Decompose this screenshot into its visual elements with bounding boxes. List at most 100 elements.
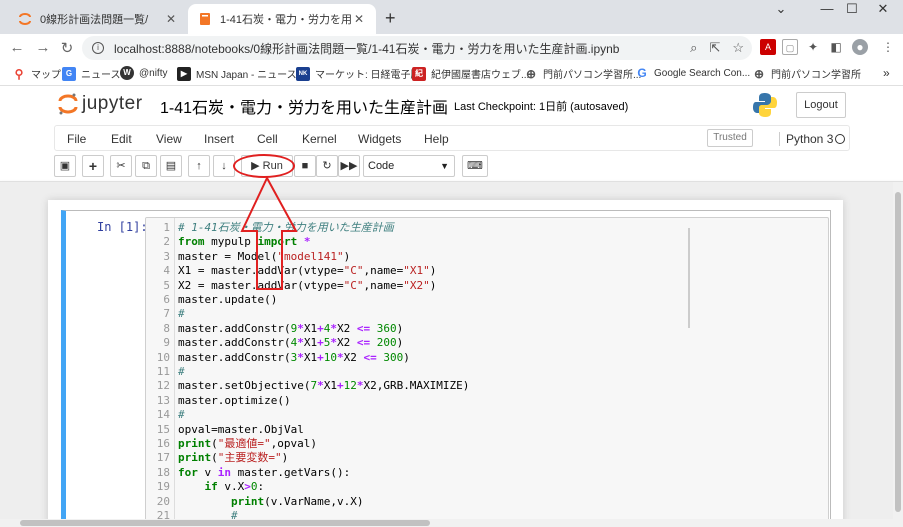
trusted-indicator[interactable]: Trusted [707, 129, 753, 147]
paste-button[interactable]: ▤ [160, 155, 182, 177]
zoom-icon[interactable]: ⌕ [690, 40, 697, 56]
menu-insert[interactable]: Insert [204, 132, 234, 146]
line-number: 1 [163, 221, 170, 234]
scroll-thumb[interactable] [895, 192, 901, 512]
tab-search-icon[interactable]: ⌄ [758, 0, 804, 20]
code-line[interactable]: 19 if v.X>0: [146, 480, 828, 494]
code-token: * [317, 379, 324, 393]
code-token: <= [356, 336, 371, 350]
new-tab-button[interactable]: + [385, 8, 396, 29]
side-panel-icon[interactable]: ◧ [828, 39, 844, 55]
code-token: # [178, 307, 185, 321]
insert-cell-button[interactable]: + [82, 155, 104, 177]
code-line[interactable]: 7 # [146, 307, 828, 321]
code-line[interactable]: 10 master.addConstr(3*X1+10*X2 <= 300) [146, 351, 828, 365]
browser-menu-icon[interactable]: ⋮ [880, 39, 896, 55]
code-line[interactable]: 6 master.update() [146, 293, 828, 307]
tab-close-icon[interactable]: ✕ [164, 12, 178, 26]
bookmark-item[interactable]: G ニュース [62, 66, 121, 81]
code-line[interactable]: 13 master.optimize() [146, 394, 828, 408]
plus-icon: + [88, 158, 98, 174]
code-token: # [178, 408, 185, 422]
code-line[interactable]: 18 for v in master.getVars(): [146, 466, 828, 480]
restart-run-all-button[interactable]: ▶▶ [338, 155, 360, 177]
code-line[interactable]: 8 master.addConstr(9*X1+4*X2 <= 360) [146, 322, 828, 336]
bookmark-label: 紀伊國屋書店ウェブ... [431, 70, 530, 81]
profile-avatar-icon[interactable]: ● [852, 39, 868, 55]
page-horizontal-scrollbar[interactable] [0, 519, 903, 527]
logout-button[interactable]: Logout [796, 92, 846, 118]
bookmark-item[interactable]: ▶ MSN Japan - ニュース... [177, 66, 305, 81]
cut-button[interactable]: ✂ [110, 155, 132, 177]
code-token: (v.VarName,v.X) [264, 494, 364, 508]
jupyter-logo[interactable]: jupyter [58, 92, 143, 116]
line-number: 15 [156, 422, 170, 436]
menu-widgets[interactable]: Widgets [358, 132, 401, 146]
restart-button[interactable]: ↻ [316, 155, 338, 177]
bookmark-item[interactable]: W @nifty [120, 66, 168, 80]
menu-file[interactable]: File [67, 132, 86, 146]
code-line[interactable]: 9 master.addConstr(4*X1+5*X2 <= 200) [146, 336, 828, 350]
site-info-icon[interactable]: i [92, 42, 104, 54]
back-arrow-icon[interactable]: ← [8, 39, 26, 56]
menu-kernel[interactable]: Kernel [302, 132, 337, 146]
bookmark-star-icon[interactable]: ☆ [732, 40, 744, 56]
code-token: "X2" [403, 278, 430, 292]
copy-button[interactable]: ⧉ [135, 155, 157, 177]
url-field[interactable]: i localhost:8888/notebooks/0線形計画法問題一覧/1-… [82, 36, 752, 60]
save-button[interactable]: ▣ [54, 155, 76, 177]
pdf-extension-icon[interactable]: A [760, 39, 776, 55]
bookmark-item[interactable]: 紀紀伊國屋書店ウェブ... [412, 66, 529, 81]
copy-icon: ⧉ [142, 160, 150, 172]
line-number: 11 [156, 365, 170, 378]
bookmark-item[interactable]: ⊕ 門前パソコン学習所 [752, 66, 861, 82]
menu-view[interactable]: View [156, 132, 182, 146]
forward-arrow-icon[interactable]: → [34, 39, 52, 56]
tab-notebook[interactable]: 1-41石炭・電力・労力を用いた生産 ✕ [188, 4, 376, 34]
code-line[interactable]: 20 print(v.VarName,v.X) [146, 495, 828, 509]
code-line[interactable]: 15 opval=master.ObjVal [146, 423, 828, 437]
notebook-title[interactable]: 1-41石炭・電力・労力を用いた生産計画 [160, 94, 448, 118]
code-line[interactable]: 17 print("主要変数=") [146, 451, 828, 465]
code-line[interactable]: 12 master.setObjective(7*X1+12*X2,GRB.MAX… [146, 379, 828, 393]
map-pin-icon: ⚲ [14, 66, 24, 81]
code-line[interactable]: 16 print("最適値=",opval) [146, 437, 828, 451]
code-token: v.X [217, 480, 245, 494]
jupyter-header: jupyter 1-41石炭・電力・労力を用いた生産計画 Last Checkp… [0, 86, 903, 124]
page-vertical-scrollbar[interactable] [893, 182, 903, 519]
close-window-button[interactable]: ✕ [860, 0, 903, 20]
tab-problem-list[interactable]: 0線形計画法問題一覧/ ✕ [8, 4, 188, 34]
scroll-thumb[interactable] [20, 520, 430, 526]
extension-icon[interactable]: ▢ [782, 39, 798, 55]
interrupt-button[interactable]: ■ [294, 155, 316, 177]
command-palette-button[interactable]: ⌨ [462, 155, 488, 177]
code-token: X1 [303, 350, 318, 364]
tab-close-icon[interactable]: ✕ [352, 12, 366, 26]
code-line[interactable]: 14 # [146, 408, 828, 422]
code-line[interactable]: 11 # [146, 365, 828, 379]
cell-type-select[interactable]: Code ▼ [363, 155, 455, 177]
bookmark-item[interactable]: G Google Search Con... [635, 66, 750, 80]
menu-cell[interactable]: Cell [257, 132, 278, 146]
move-down-button[interactable]: ↓ [213, 155, 235, 177]
menu-edit[interactable]: Edit [111, 132, 132, 146]
bookmark-label: マップ [31, 70, 61, 81]
code-token: <= [356, 321, 371, 335]
menu-help[interactable]: Help [424, 132, 449, 146]
bookmark-item[interactable]: ⊕ 門前パソコン学習所... [524, 66, 641, 82]
code-token: * [330, 321, 337, 335]
kernel-name: Python 3 [779, 132, 833, 146]
more-bookmarks-button[interactable]: » [883, 66, 890, 80]
code-text: print(v.VarName,v.X) [178, 495, 363, 509]
code-token: master.addConstr( [178, 321, 291, 335]
move-up-button[interactable]: ↑ [188, 155, 210, 177]
bookmark-item[interactable]: NK マーケット: 日経電子版 [296, 66, 421, 81]
bookmark-item[interactable]: ⚲ マップ [12, 66, 61, 82]
code-token: > [244, 480, 251, 494]
extensions-puzzle-icon[interactable]: ✦ [805, 39, 821, 55]
code-token: ) [281, 451, 289, 465]
reload-icon[interactable]: ↻ [58, 39, 76, 57]
globe-icon: ⊕ [525, 66, 537, 81]
share-icon[interactable]: ⇱ [709, 40, 720, 56]
